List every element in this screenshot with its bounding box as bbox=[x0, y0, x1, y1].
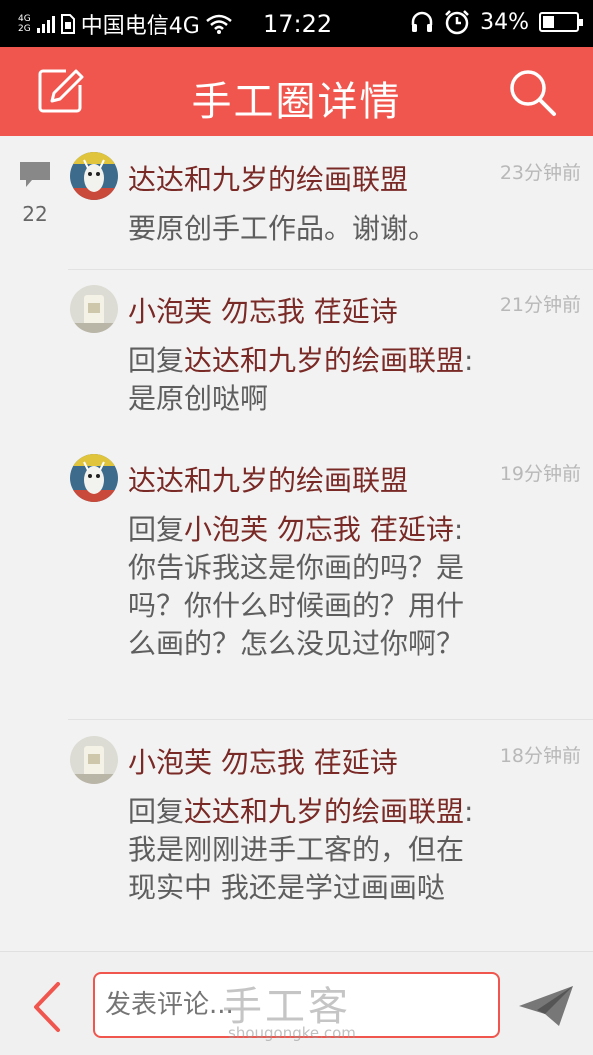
back-icon[interactable] bbox=[26, 980, 66, 1034]
comment-item: 达达和九岁的绘画联盟 19分钟前 回复小泡芙 勿忘我 荏延诗: 你告诉我这是你画… bbox=[68, 439, 593, 719]
post-time: 21分钟前 bbox=[499, 294, 581, 316]
avatar[interactable] bbox=[70, 285, 118, 333]
carrier-label: 中国电信4G bbox=[80, 13, 200, 39]
username[interactable]: 小泡芙 勿忘我 荏延诗 bbox=[128, 290, 398, 330]
avatar[interactable] bbox=[70, 736, 118, 784]
comment-count-number: 22 bbox=[22, 202, 48, 226]
username[interactable]: 达达和九岁的绘画联盟 bbox=[128, 459, 408, 499]
sim-icon bbox=[60, 13, 75, 34]
comment-thread: 22 达达和九岁的绘画联盟 23分钟前 要原创手工作品。谢谢。 小泡芙 勿忘我 … bbox=[0, 136, 593, 951]
battery-percent: 34% bbox=[480, 9, 529, 35]
post-time: 18分钟前 bbox=[499, 745, 581, 767]
status-bar: 4G 2G 中国电信4G 17:22 34% bbox=[0, 0, 593, 47]
avatar[interactable] bbox=[70, 454, 118, 502]
post-time: 19分钟前 bbox=[499, 463, 581, 485]
reply-to-user[interactable]: 小泡芙 勿忘我 荏延诗 bbox=[184, 513, 454, 546]
reply-to-user[interactable]: 达达和九岁的绘画联盟 bbox=[184, 344, 464, 377]
reply-prefix: 回复 bbox=[128, 513, 185, 546]
comment-bubble-icon bbox=[20, 162, 50, 187]
signal-icon bbox=[36, 15, 55, 33]
reply-prefix: 回复 bbox=[128, 795, 185, 828]
comment-item: 小泡芙 勿忘我 荏延诗 21分钟前 回复达达和九岁的绘画联盟: 是原创哒啊 bbox=[68, 269, 593, 438]
wifi-icon bbox=[205, 14, 232, 34]
reply-prefix: 回复 bbox=[128, 344, 185, 377]
username[interactable]: 达达和九岁的绘画联盟 bbox=[128, 158, 408, 198]
battery-fill bbox=[543, 16, 554, 28]
network-type: 4G 2G bbox=[18, 14, 31, 34]
comment-item: 小泡芙 勿忘我 荏延诗 18分钟前 回复达达和九岁的绘画联盟: 我是刚刚进手工客… bbox=[68, 719, 593, 951]
reply-to-user[interactable]: 达达和九岁的绘画联盟 bbox=[184, 795, 464, 828]
comment-text: 回复达达和九岁的绘画联盟: 是原创哒啊 bbox=[128, 342, 488, 418]
comment-text: 要原创手工作品。谢谢。 bbox=[128, 210, 488, 248]
username[interactable]: 小泡芙 勿忘我 荏延诗 bbox=[128, 741, 398, 781]
avatar[interactable] bbox=[70, 152, 118, 200]
comment-body: 要原创手工作品。谢谢。 bbox=[128, 212, 437, 245]
network-4g-label: 4G bbox=[18, 13, 31, 24]
clock-time: 17:22 bbox=[263, 10, 333, 38]
app-header: 手工圈详情 bbox=[0, 47, 593, 136]
battery-icon bbox=[539, 12, 583, 32]
network-2g-label: 2G bbox=[18, 23, 31, 34]
comment-count[interactable]: 22 bbox=[18, 160, 52, 226]
alarm-icon bbox=[445, 10, 469, 35]
comment-item: 达达和九岁的绘画联盟 23分钟前 要原创手工作品。谢谢。 bbox=[68, 136, 593, 268]
send-icon[interactable] bbox=[517, 984, 575, 1028]
search-icon[interactable] bbox=[507, 67, 557, 117]
comment-text: 回复小泡芙 勿忘我 荏延诗: 你告诉我这是你画的吗？是吗？你什么时候画的？用什么… bbox=[128, 511, 488, 663]
watermark-url: shougongke.com bbox=[228, 1024, 356, 1042]
comment-compose-bar: 手工客 shougongke.com bbox=[0, 951, 593, 1055]
headphone-icon bbox=[411, 11, 433, 32]
post-time: 23分钟前 bbox=[499, 162, 581, 184]
comment-text: 回复达达和九岁的绘画联盟: 我是刚刚进手工客的，但在现实中 我还是学过画画哒 bbox=[128, 793, 488, 907]
page-title: 手工圈详情 bbox=[191, 79, 402, 125]
